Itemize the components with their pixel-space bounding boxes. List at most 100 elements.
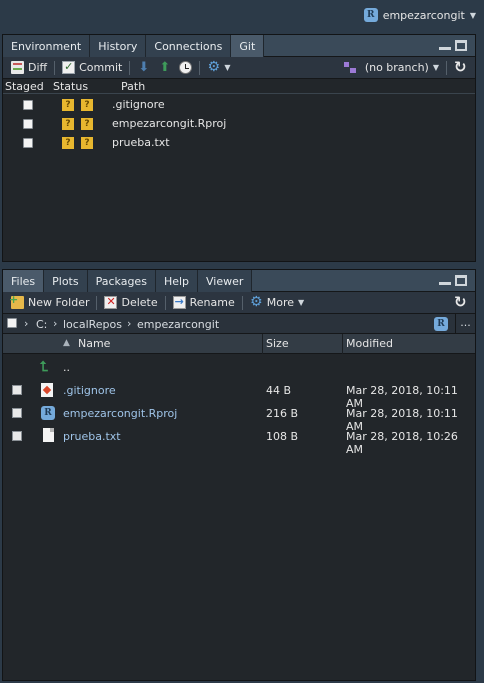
chevron-down-icon: ▼ <box>224 63 231 72</box>
breadcrumb-empezarcongit[interactable]: empezarcongit <box>137 318 219 331</box>
r-project-icon[interactable]: R <box>434 317 448 331</box>
column-status[interactable]: Status <box>53 80 88 93</box>
git-file-icon <box>41 383 53 397</box>
file-size: 44 B <box>266 384 292 397</box>
up-arrow-icon: ⮤ <box>40 359 49 375</box>
delete-button[interactable]: ✕ Delete <box>100 292 161 314</box>
commit-icon <box>62 60 76 74</box>
diff-label: Diff <box>28 61 48 74</box>
tab-history[interactable]: History <box>90 35 147 57</box>
tab-files[interactable]: Files <box>3 270 45 292</box>
staged-checkbox[interactable] <box>23 100 33 110</box>
git-toolbar: Diff Commit ⬇ ⬆ ⚙ ▼ (no branch) ▼ <box>3 57 475 79</box>
breadcrumb-drive[interactable]: C: <box>36 318 47 331</box>
file-size: 108 B <box>266 430 299 443</box>
push-button[interactable]: ⬆ <box>154 57 175 79</box>
file-name[interactable]: empezarcongit.Rproj <box>63 407 177 420</box>
file-checkbox[interactable] <box>12 385 22 395</box>
diff-icon <box>11 61 24 74</box>
project-menu[interactable]: R empezarcongit ▼ <box>363 7 476 23</box>
column-modified[interactable]: Modified <box>346 337 393 350</box>
maximize-icon[interactable] <box>455 275 467 286</box>
pull-button[interactable]: ⬇ <box>133 57 154 79</box>
more-path-button[interactable]: ... <box>455 314 475 333</box>
history-icon <box>179 61 193 74</box>
rename-button[interactable]: → Rename <box>169 292 239 314</box>
staged-checkbox[interactable] <box>23 119 33 129</box>
column-path[interactable]: Path <box>121 80 145 93</box>
commit-button[interactable]: Commit <box>58 57 126 79</box>
history-button[interactable] <box>175 57 196 79</box>
delete-label: Delete <box>121 296 158 309</box>
maximize-icon[interactable] <box>455 40 467 51</box>
staged-checkbox[interactable] <box>23 138 33 148</box>
toolbar-divider <box>241 295 243 310</box>
table-row[interactable]: ? ? .gitignore <box>3 96 475 114</box>
new-branch-button[interactable] <box>339 57 361 79</box>
toolbar-divider <box>164 295 166 310</box>
table-row[interactable]: R empezarcongit.Rproj 216 B Mar 28, 2018… <box>3 402 475 433</box>
refresh-button[interactable]: ↻ <box>450 292 471 314</box>
column-divider <box>262 334 263 354</box>
top-bar: R empezarcongit ▼ <box>0 0 484 30</box>
gear-icon: ⚙ <box>207 59 221 75</box>
refresh-icon: ↻ <box>454 293 467 311</box>
more-git-button[interactable]: ⚙ ▼ <box>203 57 234 79</box>
column-size[interactable]: Size <box>266 337 289 350</box>
toolbar-divider <box>199 60 201 75</box>
select-all-checkbox[interactable] <box>7 318 17 328</box>
chevron-down-icon: ▼ <box>298 298 305 307</box>
git-pane: Environment History Connections Git Diff… <box>2 34 476 262</box>
chevron-down-icon: ▼ <box>432 63 439 72</box>
files-table-header: ▲ Name Size Modified <box>3 334 475 354</box>
git-pane-window-controls <box>439 40 467 51</box>
toolbar-divider <box>446 60 447 75</box>
breadcrumb-localrepos[interactable]: localRepos <box>63 318 122 331</box>
status-badge: ? <box>81 118 93 130</box>
project-name: empezarcongit <box>382 8 465 22</box>
refresh-button[interactable]: ↻ <box>450 57 471 79</box>
git-pane-tabbar: Environment History Connections Git <box>3 35 475 57</box>
file-checkbox[interactable] <box>12 431 22 441</box>
file-path: empezarcongit.Rproj <box>112 117 227 130</box>
pull-icon: ⬇ <box>138 60 150 75</box>
parent-directory-link[interactable]: .. <box>63 361 70 374</box>
files-pane: Files Plots Packages Help Viewer + New F… <box>2 269 476 681</box>
files-pane-window-controls <box>439 275 467 286</box>
table-row[interactable]: ? ? empezarcongit.Rproj <box>3 115 475 133</box>
tab-packages[interactable]: Packages <box>87 270 156 292</box>
rproj-file-icon: R <box>41 406 55 420</box>
file-name[interactable]: prueba.txt <box>63 430 121 443</box>
status-badge: ? <box>81 99 93 111</box>
more-button[interactable]: ⚙ More ▼ <box>246 292 308 314</box>
tab-plots[interactable]: Plots <box>44 270 88 292</box>
tab-connections[interactable]: Connections <box>146 35 232 57</box>
toolbar-divider <box>54 60 56 75</box>
parent-directory-row[interactable]: ⮤ .. <box>3 356 475 379</box>
column-staged[interactable]: Staged <box>5 80 44 93</box>
gear-icon: ⚙ <box>249 294 263 310</box>
sort-up-icon: ▲ <box>63 338 70 348</box>
tab-git[interactable]: Git <box>231 35 265 57</box>
column-name[interactable]: Name <box>78 337 110 350</box>
branch-label: (no branch) <box>364 61 429 74</box>
status-badge: ? <box>81 137 93 149</box>
minimize-icon[interactable] <box>439 47 451 50</box>
new-folder-button[interactable]: + New Folder <box>7 292 93 314</box>
table-row[interactable]: prueba.txt 108 B Mar 28, 2018, 10:26 AM <box>3 425 475 456</box>
tab-environment[interactable]: Environment <box>3 35 91 57</box>
file-modified: Mar 28, 2018, 10:26 AM <box>346 430 458 456</box>
new-folder-label: New Folder <box>28 296 90 309</box>
file-checkbox[interactable] <box>12 408 22 418</box>
minimize-icon[interactable] <box>439 282 451 285</box>
toolbar-divider <box>129 60 131 75</box>
table-row[interactable]: .gitignore 44 B Mar 28, 2018, 10:11 AM <box>3 379 475 410</box>
table-row[interactable]: ? ? prueba.txt <box>3 134 475 152</box>
diff-button[interactable]: Diff <box>7 57 51 79</box>
chevron-right-icon: › <box>24 317 29 330</box>
tab-help[interactable]: Help <box>155 270 199 292</box>
file-name[interactable]: .gitignore <box>63 384 116 397</box>
tab-viewer[interactable]: Viewer <box>198 270 253 292</box>
branch-icon <box>343 61 357 74</box>
branch-select[interactable]: (no branch) ▼ <box>361 57 443 79</box>
